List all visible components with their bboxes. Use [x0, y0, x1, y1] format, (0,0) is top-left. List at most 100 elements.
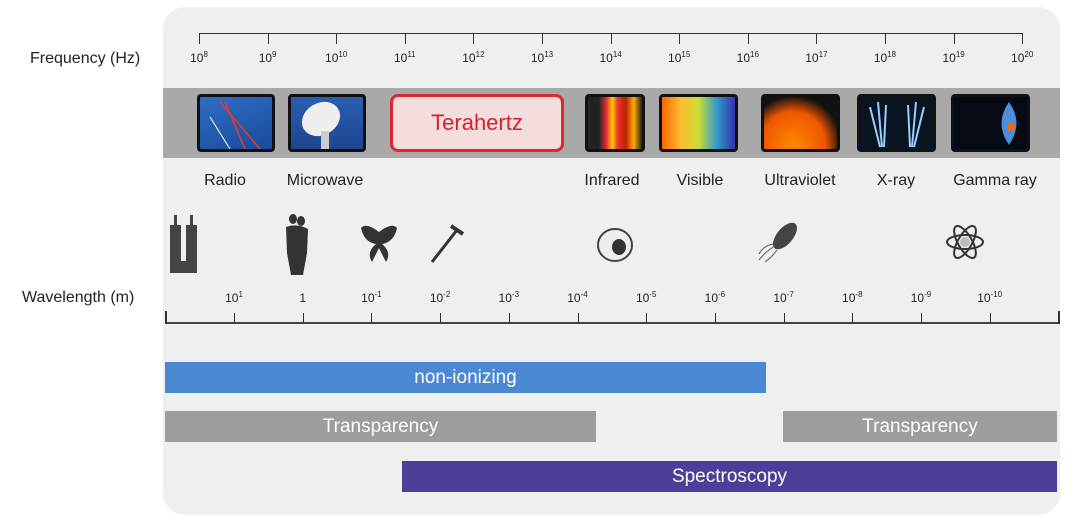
non-ionizing-label: non-ionizing: [414, 366, 517, 388]
wavelength-tick-label: 10-3: [499, 290, 519, 305]
tick-base: 10: [393, 51, 408, 65]
wavelength-tick-label: 10-2: [430, 290, 450, 305]
wavelength-tick: [440, 313, 442, 323]
wavelength-tick-label: 10-8: [842, 290, 862, 305]
tick-exponent: -5: [649, 290, 657, 299]
frequency-tick: [542, 33, 543, 44]
wavelength-tick-label: 10-10: [977, 290, 1002, 305]
tick-exponent: 12: [475, 50, 485, 59]
wavelength-axis-label: Wavelength (m): [22, 289, 135, 306]
frequency-tick-label: 1020: [1011, 50, 1033, 65]
tick-base: 10: [567, 291, 581, 305]
tick-exponent: 9: [272, 50, 277, 59]
people-icon: [283, 213, 311, 280]
tick-exponent: -9: [924, 290, 932, 299]
tick-exponent: 8: [203, 50, 208, 59]
tick-exponent: 17: [818, 50, 828, 59]
transparency-bar-low: Transparency: [165, 411, 596, 442]
radio-tower-image: [197, 94, 275, 152]
tick-base: 10: [190, 51, 204, 65]
wavelength-tick: [302, 313, 304, 323]
terahertz-label: Terahertz: [431, 110, 523, 135]
wavelength-tick-end: [1058, 311, 1060, 324]
wavelength-tick-label: 10-7: [773, 290, 793, 305]
frequency-tick: [747, 33, 749, 44]
band-label-radio: Radio: [204, 172, 246, 189]
tick-exponent: 20: [1024, 50, 1034, 59]
wavelength-tick: [508, 313, 510, 323]
wavelength-tick-end: [165, 311, 167, 324]
frequency-tick-label: 1019: [942, 50, 964, 65]
tick-base: 10: [1011, 51, 1025, 65]
frequency-tick: [610, 33, 612, 44]
frequency-tick: [1022, 33, 1024, 44]
gamma-scan-image: [951, 94, 1030, 152]
tick-base: 10: [462, 51, 476, 65]
tick-exponent: 19: [955, 50, 965, 59]
frequency-tick-label: 108: [190, 50, 208, 65]
satellite-dish-image: [288, 94, 366, 152]
frequency-tick: [336, 33, 338, 44]
wavelength-tick-label: 1: [299, 290, 306, 305]
tick-base: 1: [299, 291, 307, 305]
tick-base: 10: [873, 51, 888, 65]
wavelength-tick: [371, 313, 373, 323]
frequency-tick: [404, 33, 406, 44]
frequency-tick: [267, 33, 269, 44]
tick-base: 10: [977, 291, 991, 305]
band-label-ultraviolet: Ultraviolet: [764, 172, 836, 189]
xray-hands-image: [857, 94, 936, 152]
tick-base: 10: [910, 291, 925, 305]
wavelength-tick: [852, 313, 854, 323]
tick-exponent: -3: [511, 290, 520, 299]
wavelength-tick-label: 10-5: [636, 290, 656, 305]
frequency-axis-label: Frequency (Hz): [30, 50, 141, 67]
tick-exponent: 10: [338, 50, 348, 59]
bacteria-icon: [755, 220, 805, 269]
tick-exponent: -7: [786, 290, 794, 299]
wavelength-tick-label: 10-1: [361, 290, 381, 305]
tick-exponent: 18: [887, 50, 897, 59]
tick-exponent: 11: [407, 50, 416, 59]
frequency-tick: [953, 33, 955, 44]
frequency-tick-label: 1017: [805, 50, 827, 65]
tick-exponent: -6: [718, 290, 726, 299]
tick-exponent: 1: [238, 290, 243, 299]
tick-base: 10: [668, 51, 682, 65]
tick-base: 10: [635, 291, 650, 305]
tick-base: 10: [429, 291, 444, 305]
wavelength-tick-label: 101: [225, 290, 243, 305]
tick-base: 10: [704, 291, 719, 305]
tick-base: 10: [805, 51, 819, 65]
tick-base: 10: [361, 291, 375, 305]
tick-exponent: 14: [612, 50, 622, 59]
band-label-infrared: Infrared: [584, 172, 640, 189]
butterfly-icon: [358, 222, 400, 269]
tick-base: 10: [842, 291, 856, 305]
spectroscopy-bar: Spectroscopy: [402, 461, 1057, 492]
tick-base: 10: [773, 291, 787, 305]
tick-base: 10: [498, 291, 512, 305]
tick-exponent: 13: [544, 50, 554, 59]
frequency-tick: [885, 33, 886, 44]
tick-exponent: -4: [580, 290, 588, 299]
frequency-tick-label: 1016: [737, 50, 759, 65]
wavelength-tick: [646, 313, 648, 323]
tick-exponent: 16: [750, 50, 759, 59]
frequency-tick: [199, 33, 200, 44]
wavelength-tick: [714, 313, 716, 323]
band-label-visible: Visible: [676, 172, 724, 189]
band-label-microwave: Microwave: [286, 172, 364, 189]
infrared-image: [585, 94, 645, 152]
needle-icon: [427, 222, 467, 269]
wavelength-tick: [234, 313, 235, 323]
frequency-tick-label: 1010: [325, 50, 347, 65]
wavelength-tick: [921, 313, 922, 323]
tick-base: 10: [258, 51, 273, 65]
transparency-label: Transparency: [862, 415, 978, 437]
tick-exponent: -2: [443, 290, 451, 299]
wavelength-axis-line: [165, 322, 1060, 324]
band-label-x-ray: X-ray: [876, 172, 916, 189]
wavelength-tick-label: 10-4: [567, 290, 587, 305]
frequency-tick: [816, 33, 818, 44]
